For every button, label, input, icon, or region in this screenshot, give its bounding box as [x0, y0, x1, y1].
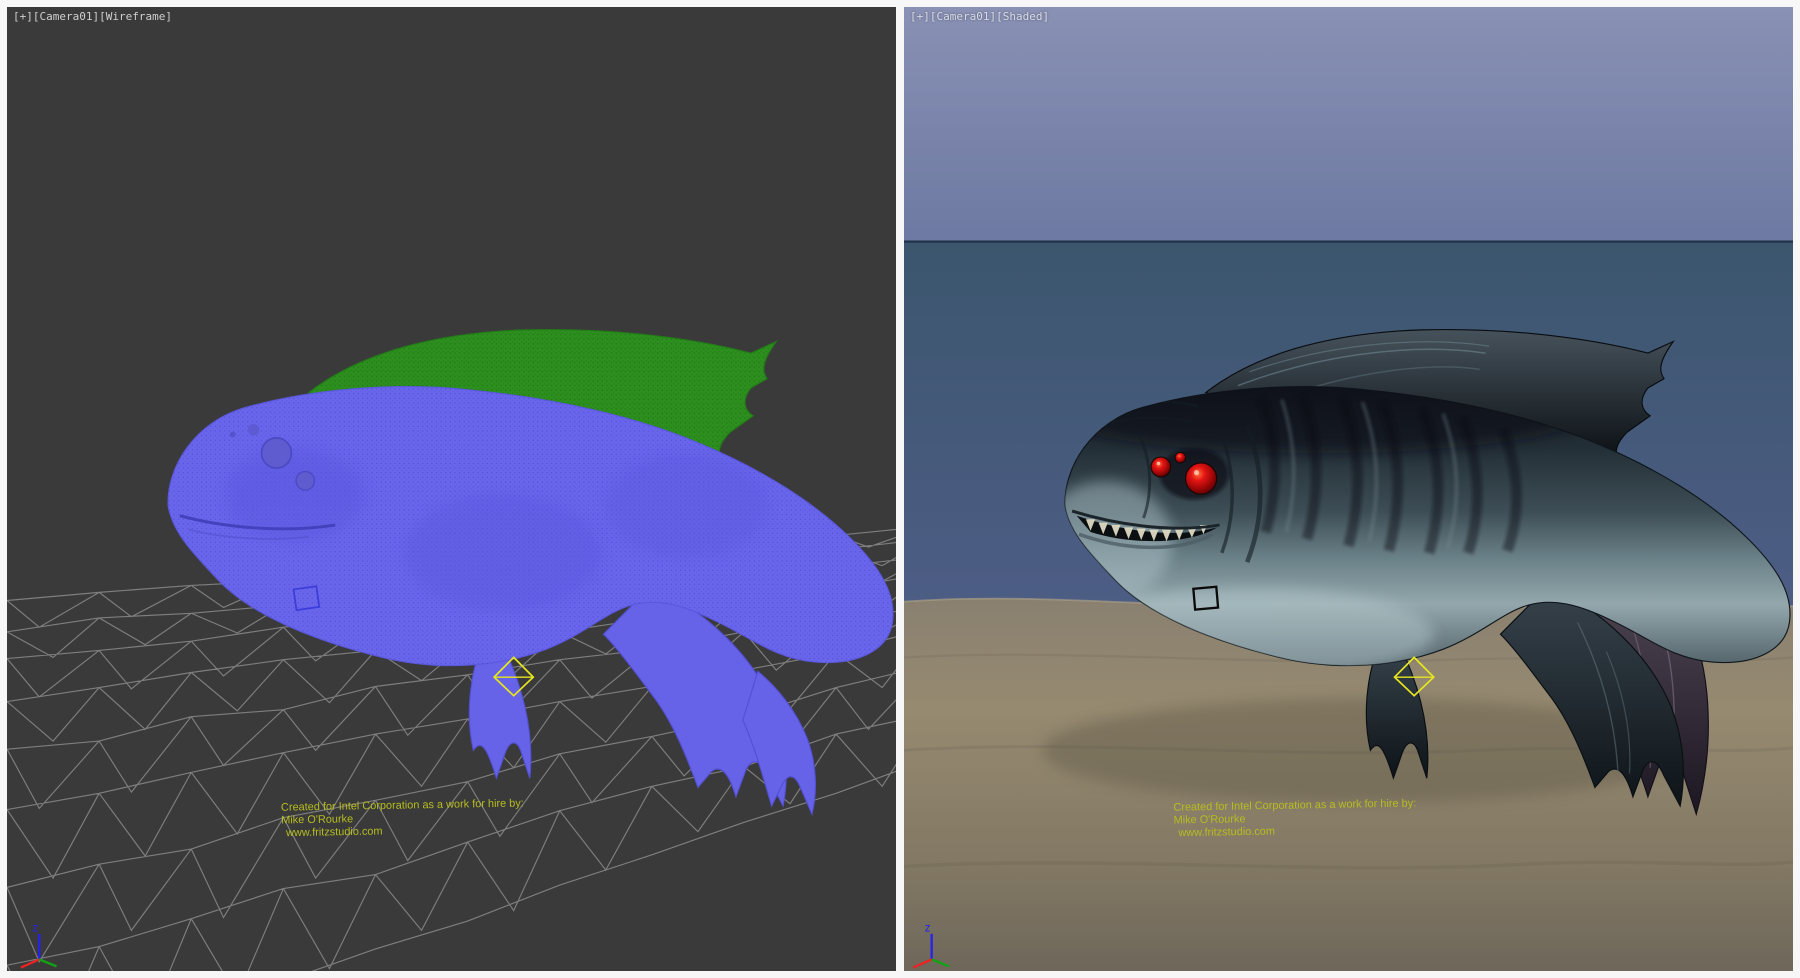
fish-eye-large-red [1186, 463, 1217, 494]
sky [904, 7, 1793, 243]
fish-eye-large [261, 438, 291, 468]
viewport-label-shaded[interactable]: [+][Camera01][Shaded] [910, 10, 1049, 23]
svg-text:Created for Intel Corporation: Created for Intel Corporation as a work … [281, 797, 524, 813]
axis-z-label: z [32, 922, 38, 934]
viewport-label-wireframe[interactable]: [+][Camera01][Wireframe] [13, 10, 172, 23]
fish-body [168, 387, 893, 666]
viewport-wireframe[interactable]: [+][Camera01][Wireframe] [7, 7, 896, 971]
fish-eye-small [296, 472, 314, 491]
fish-eye-small-red [1175, 452, 1185, 462]
shaded-canvas[interactable]: Created for Intel Corporation as a work … [904, 7, 1793, 971]
svg-text:www.fritzstudio.com: www.fritzstudio.com [285, 825, 383, 839]
svg-text:Mike O'Rourke: Mike O'Rourke [281, 813, 353, 826]
svg-text:Mike O'Rourke: Mike O'Rourke [1174, 813, 1246, 826]
viewport-shaded[interactable]: [+][Camera01][Shaded] [904, 7, 1793, 971]
fish-model-wireframe[interactable] [168, 330, 893, 815]
wireframe-canvas[interactable]: Created for Intel Corporation as a work … [7, 7, 896, 971]
fish-eye-medium-red [1151, 457, 1171, 477]
axis-z-label-shaded: z [925, 922, 931, 934]
svg-text:www.fritzstudio.com: www.fritzstudio.com [1177, 825, 1275, 839]
credit-text: Created for Intel Corporation as a work … [281, 797, 524, 839]
